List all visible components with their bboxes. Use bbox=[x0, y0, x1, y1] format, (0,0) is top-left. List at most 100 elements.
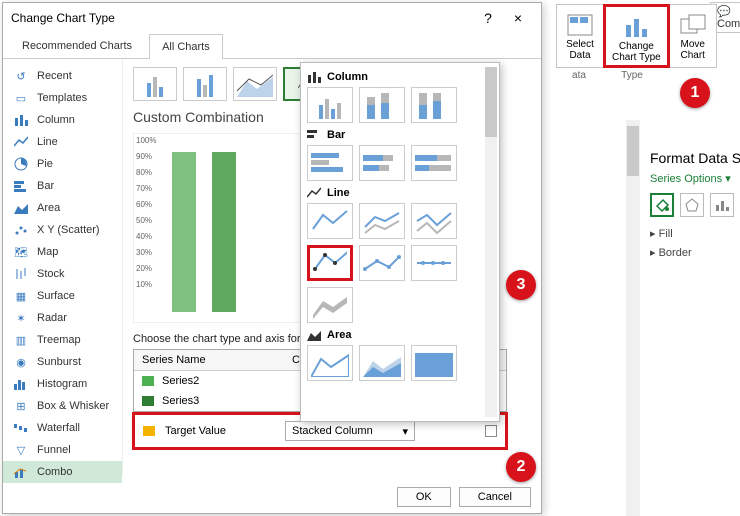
combo-icon bbox=[13, 465, 29, 479]
nav-boxwhisker[interactable]: ⊞Box & Whisker bbox=[3, 395, 122, 417]
secondary-axis-checkbox[interactable] bbox=[485, 425, 497, 437]
nav-treemap[interactable]: ▥Treemap bbox=[3, 329, 122, 351]
stock-icon bbox=[13, 267, 29, 281]
nav-sunburst[interactable]: ◉Sunburst bbox=[3, 351, 122, 373]
pick-clustered-bar[interactable] bbox=[307, 145, 353, 181]
nav-map[interactable]: 🗺Map bbox=[3, 241, 122, 263]
bar-icon bbox=[13, 179, 29, 193]
target-chart-type-dropdown[interactable]: Stacked Column ▾ bbox=[285, 421, 415, 441]
bar-chart-icon bbox=[714, 197, 730, 213]
titlebar: Change Chart Type ? × bbox=[3, 3, 541, 33]
surface-icon: ▦ bbox=[13, 289, 29, 303]
step-badge-3: 3 bbox=[506, 270, 536, 300]
pick-100pct-line-markers[interactable] bbox=[411, 245, 457, 281]
nav-pie[interactable]: Pie bbox=[3, 153, 122, 175]
waterfall-icon bbox=[13, 421, 29, 435]
chevron-right-icon: ▸ bbox=[650, 247, 656, 259]
nav-templates[interactable]: ▭Templates bbox=[3, 87, 122, 109]
chevron-down-icon: ▾ bbox=[402, 425, 408, 438]
step-badge-1: 1 bbox=[680, 78, 710, 108]
line-icon bbox=[307, 187, 321, 199]
chevron-down-icon: ▾ bbox=[725, 173, 731, 185]
combo-preview: 100% 90% 80% 70% 60% 50% 40% 30% 20% 10% bbox=[133, 133, 303, 323]
bar-icon bbox=[307, 129, 321, 141]
pick-line[interactable] bbox=[307, 203, 353, 239]
nav-stock[interactable]: Stock bbox=[3, 263, 122, 285]
ribbon-move-chart[interactable]: Move Chart bbox=[670, 4, 717, 68]
pick-100pct-line[interactable] bbox=[411, 203, 457, 239]
cancel-button[interactable]: Cancel bbox=[459, 487, 531, 507]
chevron-right-icon: ▸ bbox=[650, 228, 656, 240]
pick-stacked-column[interactable] bbox=[359, 87, 405, 123]
nav-column[interactable]: Column bbox=[3, 109, 122, 131]
pentagon-icon bbox=[684, 197, 700, 213]
area-icon bbox=[307, 329, 321, 341]
histogram-icon bbox=[13, 377, 29, 391]
tab-all-charts[interactable]: All Charts bbox=[149, 34, 223, 59]
format-title: Format Data S bbox=[650, 150, 736, 166]
expander-fill[interactable]: ▸ Fill bbox=[650, 227, 736, 240]
recent-icon: ↺ bbox=[13, 69, 29, 83]
pick-line-markers[interactable] bbox=[307, 245, 353, 281]
ribbon-change-chart-type[interactable]: Change Chart Type bbox=[603, 4, 670, 68]
dialog-tabs: Recommended Charts All Charts bbox=[3, 33, 541, 59]
nav-recent[interactable]: ↺Recent bbox=[3, 65, 122, 87]
pick-clustered-column[interactable] bbox=[307, 87, 353, 123]
column-icon bbox=[307, 71, 321, 83]
pick-area[interactable] bbox=[307, 345, 353, 381]
dialog-title: Change Chart Type bbox=[11, 11, 473, 25]
pick-100pct-area[interactable] bbox=[411, 345, 457, 381]
pick-stacked-line-markers[interactable] bbox=[359, 245, 405, 281]
column-icon bbox=[13, 113, 29, 127]
pick-100pct-bar[interactable] bbox=[411, 145, 457, 181]
swatch-icon bbox=[143, 426, 155, 436]
paint-bucket-icon bbox=[654, 197, 670, 213]
move-chart-icon bbox=[676, 9, 710, 37]
worksheet-scrollbar[interactable] bbox=[626, 120, 640, 516]
nav-area[interactable]: Area bbox=[3, 197, 122, 219]
pick-stacked-line[interactable] bbox=[359, 203, 405, 239]
combo-subtype-2[interactable] bbox=[183, 67, 227, 101]
tab-recommended[interactable]: Recommended Charts bbox=[9, 33, 145, 58]
sunburst-icon: ◉ bbox=[13, 355, 29, 369]
nav-histogram[interactable]: Histogram bbox=[3, 373, 122, 395]
series-options-tab[interactable] bbox=[710, 193, 734, 217]
nav-bar[interactable]: Bar bbox=[3, 175, 122, 197]
swatch-icon bbox=[142, 376, 154, 386]
treemap-icon: ▥ bbox=[13, 333, 29, 347]
change-chart-icon bbox=[619, 11, 653, 39]
pick-3d-line[interactable] bbox=[307, 287, 353, 323]
combo-subtype-3[interactable] bbox=[233, 67, 277, 101]
ok-button[interactable]: OK bbox=[397, 487, 451, 507]
col-series-name: Series Name bbox=[134, 350, 284, 370]
step-badge-2: 2 bbox=[506, 452, 536, 482]
pick-stacked-area[interactable] bbox=[359, 345, 405, 381]
map-icon: 🗺 bbox=[13, 245, 29, 259]
picker-scrollbar-thumb[interactable] bbox=[485, 67, 497, 137]
area-icon bbox=[13, 201, 29, 215]
ribbon-select-data[interactable]: Select Data bbox=[556, 4, 603, 68]
fill-line-tab[interactable] bbox=[650, 193, 674, 217]
funnel-icon: ▽ bbox=[13, 443, 29, 457]
nav-waterfall[interactable]: Waterfall bbox=[3, 417, 122, 439]
pick-100pct-column[interactable] bbox=[411, 87, 457, 123]
nav-combo[interactable]: Combo bbox=[3, 461, 122, 483]
close-button[interactable]: × bbox=[503, 10, 533, 26]
templates-icon: ▭ bbox=[13, 91, 29, 105]
nav-surface[interactable]: ▦Surface bbox=[3, 285, 122, 307]
help-button[interactable]: ? bbox=[473, 10, 503, 26]
nav-funnel[interactable]: ▽Funnel bbox=[3, 439, 122, 461]
select-data-icon bbox=[563, 9, 597, 37]
effects-tab[interactable] bbox=[680, 193, 704, 217]
combo-subtype-1[interactable] bbox=[133, 67, 177, 101]
radar-icon: ✶ bbox=[13, 311, 29, 325]
ribbon-chart-group: Select Data Change Chart Type Move Chart… bbox=[556, 4, 717, 81]
boxwhisker-icon: ⊞ bbox=[13, 399, 29, 413]
nav-line[interactable]: Line bbox=[3, 131, 122, 153]
nav-radar[interactable]: ✶Radar bbox=[3, 307, 122, 329]
expander-border[interactable]: ▸ Border bbox=[650, 246, 736, 259]
nav-scatter[interactable]: X Y (Scatter) bbox=[3, 219, 122, 241]
pie-icon bbox=[13, 157, 29, 171]
series-options-dropdown[interactable]: Series Options ▾ bbox=[650, 172, 736, 185]
pick-stacked-bar[interactable] bbox=[359, 145, 405, 181]
